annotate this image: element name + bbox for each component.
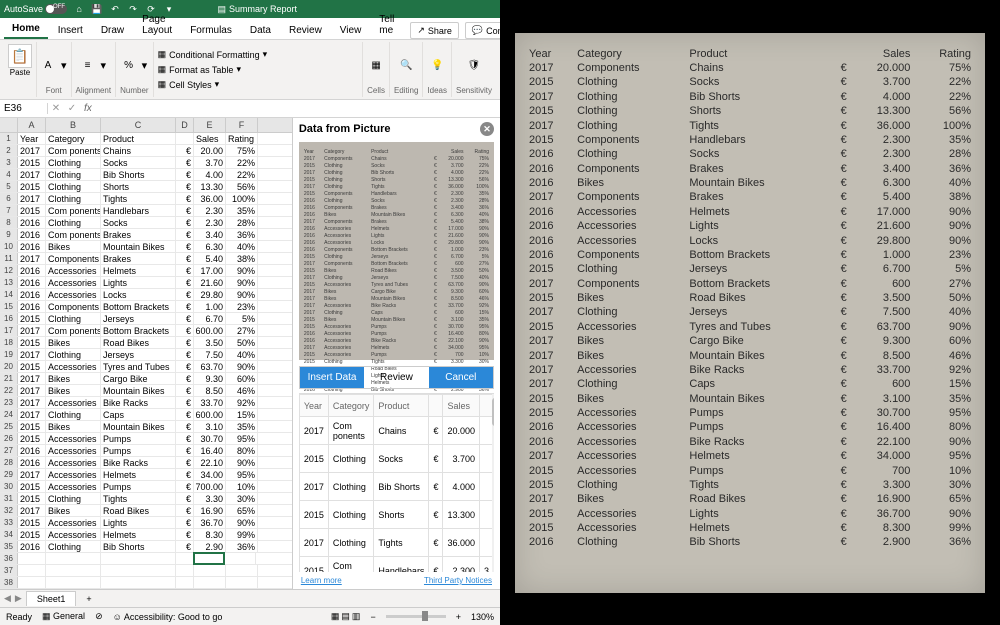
panel-title: Data from Picture xyxy=(299,123,391,135)
align-icon[interactable]: ≡ xyxy=(81,58,95,72)
tab-review[interactable]: Review xyxy=(281,22,330,39)
group-clipboard: 📋 Paste xyxy=(4,42,37,97)
paste-icon[interactable]: 📋 xyxy=(8,44,32,68)
tab-view[interactable]: View xyxy=(332,22,370,39)
tab-tell-me[interactable]: Tell me xyxy=(371,11,402,39)
review-scrollbar[interactable] xyxy=(492,394,494,572)
percent-icon[interactable]: % xyxy=(122,58,136,72)
group-font: A▾ Font xyxy=(37,42,72,97)
share-icon: ↗ xyxy=(417,25,425,36)
zoom-slider[interactable] xyxy=(386,615,446,618)
insert-data-button[interactable]: Insert Data xyxy=(300,367,364,388)
editing-icon[interactable]: 🔍 xyxy=(399,58,413,72)
zoom-in-icon[interactable]: + xyxy=(456,612,461,622)
group-number: %▾ Number xyxy=(116,42,153,97)
panel-close-icon[interactable]: ✕ xyxy=(480,122,494,136)
tab-data[interactable]: Data xyxy=(242,22,279,39)
add-sheet-button[interactable]: + xyxy=(80,594,97,604)
confirm-fx-icon[interactable]: ✓ xyxy=(64,103,80,114)
font-icon[interactable]: A xyxy=(41,58,55,72)
ribbon-tabs: Home Insert Draw Page Layout Formulas Da… xyxy=(0,18,500,40)
save-icon[interactable]: 💾 xyxy=(91,3,103,15)
excel-window: AutoSave OFF ⌂ 💾 ↶ ↷ ⟳ ▾ ▤ Summary Repor… xyxy=(0,0,500,625)
review-table: YearCategoryProductSales2017Com ponentsC… xyxy=(299,393,494,572)
cancel-button[interactable]: Cancel xyxy=(429,367,493,388)
cf-icon: ▦ xyxy=(158,49,167,60)
view-break-icon[interactable]: ▥ xyxy=(352,611,361,622)
group-ideas: 💡 Ideas xyxy=(423,42,452,97)
tab-draw[interactable]: Draw xyxy=(93,22,132,39)
view-normal-icon[interactable]: ▦ xyxy=(331,611,340,622)
tab-insert[interactable]: Insert xyxy=(50,22,91,39)
tab-home[interactable]: Home xyxy=(4,20,48,39)
status-toggle[interactable]: ⊘ xyxy=(95,611,103,622)
zoom-out-icon[interactable]: − xyxy=(370,612,375,622)
zoom-level: 130% xyxy=(471,612,494,622)
format-as-table[interactable]: ▦Format as Table▾ xyxy=(158,64,241,75)
table-icon: ▦ xyxy=(158,64,167,75)
undo-icon[interactable]: ↶ xyxy=(109,3,121,15)
share-button[interactable]: ↗Share xyxy=(410,22,459,39)
cancel-fx-icon[interactable]: ✕ xyxy=(48,103,64,114)
sheet-tab-1[interactable]: Sheet1 xyxy=(26,591,77,606)
group-sensitivity: 🛡 Sensitivity xyxy=(452,42,496,97)
doc-icon: ▤ xyxy=(218,4,227,15)
group-alignment: ≡▾ Alignment xyxy=(72,42,117,97)
sheet-nav-next-icon[interactable]: ▶ xyxy=(15,593,22,604)
tab-formulas[interactable]: Formulas xyxy=(182,22,240,39)
status-bar: Ready ▦ General ⊘ ☺ Accessibility: Good … xyxy=(0,607,500,625)
status-ready: Ready xyxy=(6,612,32,622)
view-page-icon[interactable]: ▤ xyxy=(341,611,350,622)
reference-photo: YearCategoryProductSalesRating2017Compon… xyxy=(515,33,985,593)
group-cells: ▦ Cells xyxy=(363,42,390,97)
spreadsheet-grid[interactable]: ABCDEF 1YearCategoryProductSalesRating22… xyxy=(0,118,293,589)
data-from-picture-panel: Data from Picture ✕ YearCategoryProductS… xyxy=(293,118,500,589)
comments-icon: 💬 xyxy=(472,25,483,36)
formula-bar: E36 ✕ ✓ fx xyxy=(0,100,500,118)
cell-styles[interactable]: ▦Cell Styles▾ xyxy=(158,79,220,90)
learn-more-link[interactable]: Learn more xyxy=(301,576,342,585)
conditional-formatting[interactable]: ▦Conditional Formatting▾ xyxy=(158,49,268,60)
sheet-tab-bar: ◀ ▶ Sheet1 + xyxy=(0,589,500,607)
ideas-icon[interactable]: 💡 xyxy=(430,58,444,72)
ribbon: 📋 Paste A▾ Font ≡▾ Alignment %▾ Number ▦… xyxy=(0,40,500,100)
paste-label: Paste xyxy=(10,68,30,77)
reference-photo-pane: YearCategoryProductSalesRating2017Compon… xyxy=(500,0,1000,625)
autosave-state: OFF xyxy=(53,4,65,10)
review-button[interactable]: Review xyxy=(364,367,428,388)
cells-icon[interactable]: ▦ xyxy=(369,58,383,72)
fx-label: fx xyxy=(80,103,96,114)
sheet-nav-prev-icon[interactable]: ◀ xyxy=(4,593,11,604)
status-accessibility: ☺ Accessibility: Good to go xyxy=(113,612,223,622)
doc-title: Summary Report xyxy=(229,4,297,14)
group-styles: ▦Conditional Formatting▾ ▦Format as Tabl… xyxy=(154,42,364,97)
tab-page-layout[interactable]: Page Layout xyxy=(134,11,180,39)
styles-icon: ▦ xyxy=(158,79,167,90)
home-icon[interactable]: ⌂ xyxy=(73,3,85,15)
autosave-label: AutoSave xyxy=(4,4,43,14)
status-general: ▦ General xyxy=(42,611,85,622)
group-editing: 🔍 Editing xyxy=(390,42,423,97)
autosave-toggle[interactable]: AutoSave OFF xyxy=(4,4,67,14)
title-bar: AutoSave OFF ⌂ 💾 ↶ ↷ ⟳ ▾ ▤ Summary Repor… xyxy=(0,0,500,18)
third-party-link[interactable]: Third Party Notices xyxy=(424,576,492,585)
sensitivity-icon[interactable]: 🛡 xyxy=(467,58,481,72)
picture-preview: YearCategoryProductSalesRating2017Compon… xyxy=(299,142,494,360)
name-box[interactable]: E36 xyxy=(0,103,48,114)
